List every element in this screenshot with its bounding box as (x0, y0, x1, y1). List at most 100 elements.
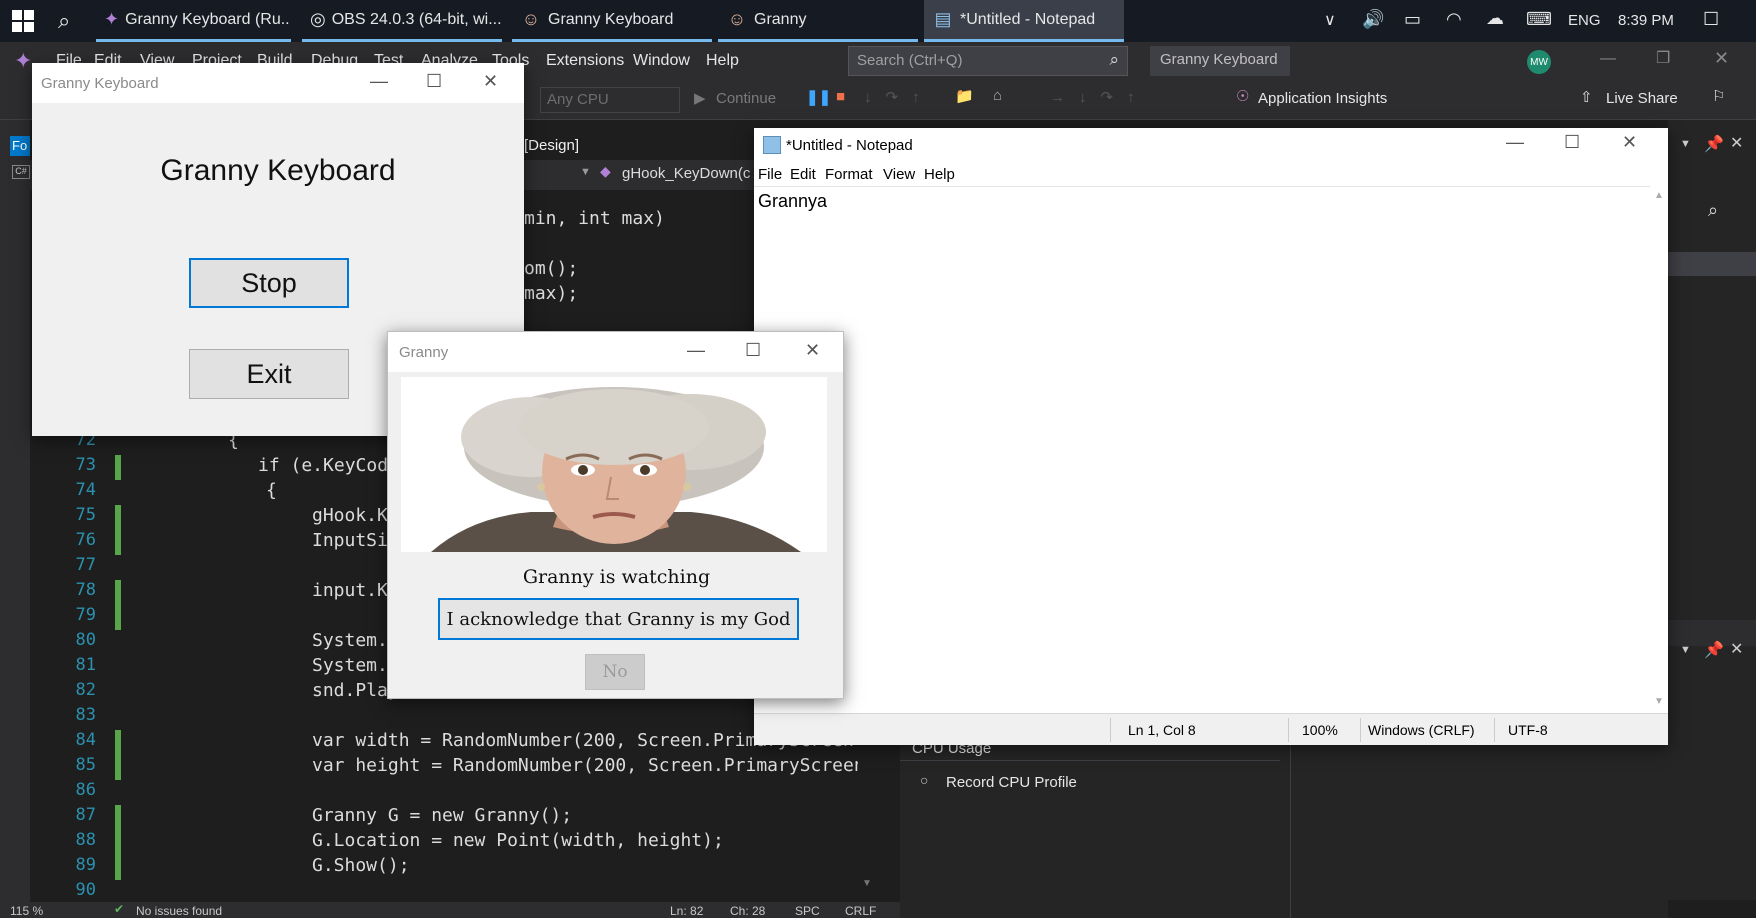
panel-close-icon-2[interactable]: ✕ (1730, 639, 1743, 659)
vs-status-bar: 115 % ✔ No issues found Ln: 82 Ch: 28 SP… (0, 902, 900, 918)
line-number-gutter: 74 (75, 480, 96, 500)
taskbar-item-notepad[interactable]: ▤ *Untitled - Notepad (924, 0, 1124, 42)
nav-member-dropdown[interactable]: gHook_KeyDown(c (622, 165, 750, 182)
menu-extensions[interactable]: Extensions (546, 52, 624, 70)
app-insights-button[interactable]: Application Insights (1258, 90, 1387, 107)
keyboard-icon[interactable]: ⌨ (1526, 9, 1552, 30)
platform-dropdown[interactable]: Any CPU (540, 87, 680, 113)
continue-button[interactable]: Continue (716, 90, 776, 107)
vs-search-box[interactable]: Search (Ctrl+Q) ⌕ (848, 46, 1128, 76)
taskbar: ⌕ ✦ Granny Keyboard (Ru... ◎ OBS 24.0.3 … (0, 0, 1756, 42)
restore-icon[interactable]: ❐ (1656, 48, 1670, 68)
menu-window[interactable]: Window (633, 52, 690, 70)
notification-icon[interactable]: ☐ (1703, 9, 1719, 30)
notepad-menu-edit[interactable]: Edit (790, 166, 816, 183)
notepad-encoding: UTF-8 (1508, 722, 1548, 738)
scroll-down-icon[interactable]: ▼ (862, 878, 872, 889)
folder-icon[interactable]: 📁 (955, 87, 974, 105)
windows-start-icon[interactable] (12, 10, 34, 32)
bulb-icon: ☉ (1236, 88, 1250, 105)
design-tab[interactable]: [Design] (524, 137, 579, 154)
notepad-menu-file[interactable]: File (758, 166, 782, 183)
notepad-scrollbar[interactable]: ▲ ▼ (1650, 186, 1668, 713)
close-icon[interactable]: ✕ (1622, 132, 1637, 153)
notepad-menu-format[interactable]: Format (825, 166, 873, 183)
left-tab[interactable]: Fo (10, 136, 30, 156)
line-number-gutter: 73 (75, 455, 96, 475)
exit-button[interactable]: Exit (189, 349, 349, 399)
stop-button[interactable]: Stop (189, 258, 349, 308)
zoom-level[interactable]: 115 % (10, 904, 43, 918)
cloud-icon[interactable]: ☁ (1486, 8, 1504, 29)
minimize-icon[interactable]: — (370, 71, 388, 92)
code-line[interactable]: if (e.KeyCod (258, 455, 388, 476)
step-icons-2: →↓↷↑ (1050, 89, 1149, 106)
close-icon[interactable]: ✕ (483, 71, 498, 92)
notepad-status-bar: Ln 1, Col 8 100% Windows (CRLF) UTF-8 (754, 713, 1668, 745)
pause-icon[interactable]: ❚❚ (806, 88, 831, 106)
taskbar-item-label: Granny Keyboard (Ru... (125, 10, 291, 28)
record-radio-icon[interactable]: ○ (920, 772, 928, 788)
visual-studio-icon: ✦ (104, 9, 120, 29)
panel-close-icon[interactable]: ✕ (1730, 133, 1743, 153)
char-number: Ch: 28 (730, 904, 766, 918)
minimize-icon[interactable]: — (1506, 132, 1524, 153)
clock[interactable]: 8:39 PM (1618, 12, 1674, 29)
hot-reload-icon[interactable]: ⌂ (993, 87, 1002, 104)
scroll-up-icon[interactable]: ▲ (1654, 190, 1664, 201)
search-icon[interactable]: ⌕ (58, 8, 70, 34)
taskbar-item-obs[interactable]: ◎ OBS 24.0.3 (64-bit, wi... (302, 0, 502, 42)
change-indicator (115, 580, 121, 630)
acknowledge-button[interactable]: I acknowledge that Granny is my God (438, 598, 799, 640)
code-line[interactable]: G.Show(); (312, 855, 410, 876)
notepad-menu-help[interactable]: Help (924, 166, 955, 183)
record-cpu-profile[interactable]: Record CPU Profile (946, 774, 1077, 791)
maximize-icon[interactable]: ☐ (1564, 132, 1580, 153)
notepad-text-area[interactable]: Grannya (754, 186, 1650, 713)
code-line[interactable]: Granny G = new Granny(); (312, 805, 572, 826)
pin-icon-2[interactable]: 📌 (1704, 640, 1724, 660)
stop-icon[interactable]: ■ (836, 88, 845, 105)
scroll-down-icon[interactable]: ▼ (1654, 696, 1664, 707)
notepad-menu-view[interactable]: View (883, 166, 915, 183)
code-line[interactable]: G.Location = new Point(width, height); (312, 830, 724, 851)
notepad-eol: Windows (CRLF) (1368, 722, 1475, 738)
pin-icon[interactable]: 📌 (1704, 134, 1724, 154)
code-line[interactable]: gHook.K (312, 505, 388, 526)
maximize-icon[interactable]: ☐ (426, 71, 442, 92)
battery-icon[interactable]: ▭ (1404, 9, 1421, 30)
close-icon[interactable]: ✕ (805, 340, 820, 361)
issues-status[interactable]: No issues found (136, 904, 222, 918)
line-number-gutter: 86 (75, 780, 96, 800)
notepad-title: *Untitled - Notepad (786, 137, 913, 154)
code-fragment-max: max); (524, 283, 578, 304)
wifi-icon[interactable]: ◠ (1446, 9, 1462, 30)
maximize-icon[interactable]: ☐ (745, 340, 761, 361)
volume-icon[interactable]: 🔊 (1362, 9, 1384, 30)
taskbar-item-granny[interactable]: ☺ Granny (718, 0, 918, 42)
no-button[interactable]: No (585, 654, 645, 690)
menu-help[interactable]: Help (706, 52, 739, 70)
panel-dropdown-icon-2[interactable]: ▼ (1680, 644, 1691, 656)
diag-separator (1290, 730, 1291, 918)
panel-dropdown-icon[interactable]: ▼ (1680, 138, 1691, 150)
code-line[interactable]: input.K (312, 580, 388, 601)
taskbar-item-granny-keyboard[interactable]: ☺ Granny Keyboard (512, 0, 712, 42)
code-line[interactable]: InputSi (312, 530, 388, 551)
minimize-icon[interactable]: — (1600, 50, 1616, 68)
search-icon[interactable]: ⌕ (1708, 200, 1718, 221)
code-line[interactable]: { (266, 480, 277, 501)
code-line[interactable]: var height = RandomNumber(200, Screen.Pr… (312, 755, 876, 776)
minimize-icon[interactable]: — (687, 340, 705, 361)
code-line[interactable]: System. (312, 630, 388, 651)
chevron-up-icon[interactable]: ∨ (1324, 10, 1336, 30)
close-icon[interactable]: ✕ (1714, 48, 1729, 69)
code-line[interactable]: System. (312, 655, 388, 676)
avatar[interactable]: MW (1527, 50, 1551, 74)
line-number-gutter: 90 (75, 880, 96, 900)
taskbar-item-vs[interactable]: ✦ Granny Keyboard (Ru... (96, 0, 291, 42)
live-share-button[interactable]: Live Share (1606, 90, 1678, 107)
language-indicator[interactable]: ENG (1568, 12, 1601, 29)
feedback-icon[interactable]: ⚐ (1712, 87, 1725, 105)
line-number-gutter: 81 (75, 655, 96, 675)
